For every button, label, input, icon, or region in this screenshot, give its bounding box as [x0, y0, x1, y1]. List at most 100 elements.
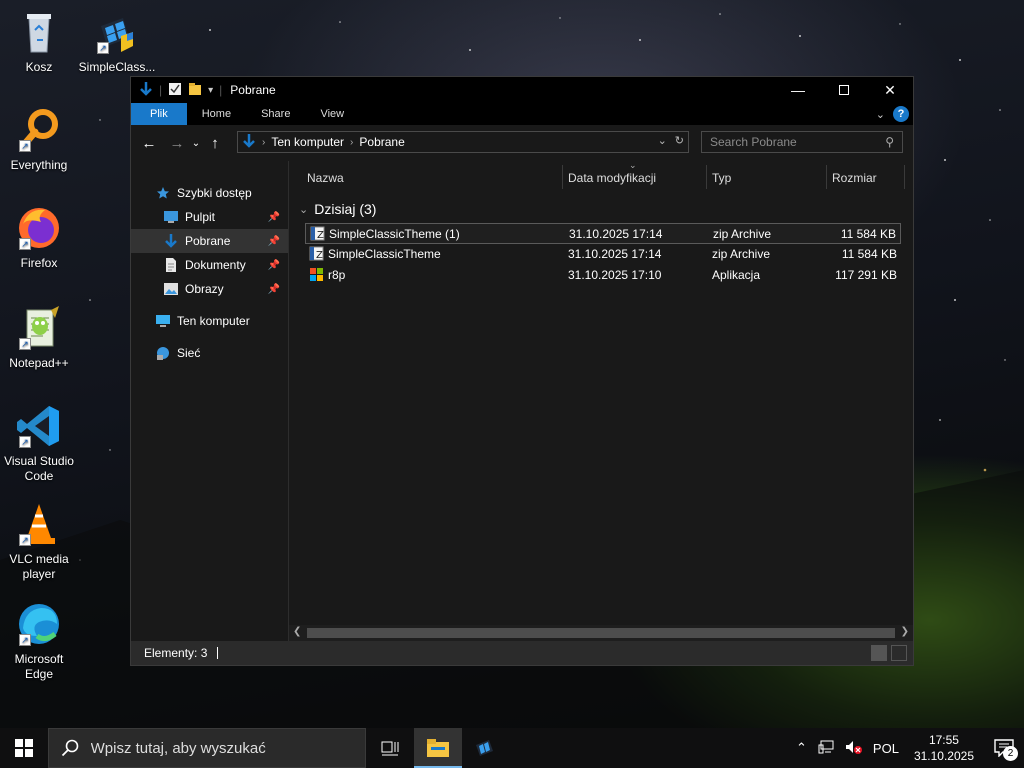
- search-icon: ⚲: [885, 135, 894, 149]
- new-folder-icon[interactable]: [188, 82, 202, 99]
- help-icon[interactable]: ?: [893, 106, 909, 122]
- task-view-button[interactable]: [366, 728, 414, 768]
- expand-ribbon-icon[interactable]: ⌄: [876, 108, 885, 121]
- sidebar-item-pobrane[interactable]: Pobrane 📌: [131, 229, 288, 253]
- search-input[interactable]: [710, 135, 870, 149]
- clock[interactable]: 17:55 31.10.2025: [904, 732, 984, 764]
- sidebar-item-network[interactable]: Sieć: [131, 341, 288, 365]
- sidebar-item-pulpit[interactable]: Pulpit 📌: [131, 205, 288, 229]
- network-icon: [155, 345, 171, 361]
- desktop-icon-simpleclassic[interactable]: ↗ SimpleClass...: [78, 8, 156, 75]
- desktop-folder-icon: [163, 209, 179, 225]
- table-row[interactable]: Z SimpleClassicTheme (1) 31.10.2025 17:1…: [305, 223, 901, 244]
- forward-button[interactable]: →: [165, 135, 189, 152]
- customize-toolbar-icon[interactable]: ▾: [208, 85, 213, 96]
- file-date: 31.10.2025 17:10: [568, 268, 662, 282]
- minimize-button[interactable]: —: [775, 77, 821, 103]
- address-history-icon[interactable]: ⌄: [658, 134, 667, 147]
- file-size: 11 584 KB: [840, 227, 896, 241]
- address-bar[interactable]: › Ten komputer › Pobrane ⌄ ↻: [237, 131, 689, 153]
- sidebar-item-label: Ten komputer: [177, 314, 250, 328]
- action-center-button[interactable]: 2: [984, 728, 1024, 768]
- file-type: zip Archive: [713, 227, 772, 241]
- close-button[interactable]: ✕: [867, 77, 913, 103]
- desktop-icon-label: Kosz: [25, 60, 53, 74]
- table-row[interactable]: r8p 31.10.2025 17:10 Aplikacja 117 291 K…: [305, 265, 901, 286]
- toolbar-divider: |: [159, 83, 163, 97]
- file-list: Nazwa Data modyfikacji ⌄ Typ Rozmiar ⌄ D…: [289, 160, 913, 641]
- simpleclassic-icon: [476, 740, 493, 756]
- pin-icon[interactable]: 📌: [268, 212, 280, 223]
- tab-view[interactable]: View: [305, 103, 359, 125]
- show-hidden-icons-button[interactable]: ⌃: [791, 740, 812, 756]
- recent-locations-button[interactable]: ⌄: [189, 138, 203, 149]
- scroll-right-arrow-icon[interactable]: ❯: [901, 626, 909, 637]
- desktop-icon-everything[interactable]: ↗ Everything: [0, 106, 78, 173]
- maximize-button[interactable]: [821, 77, 867, 103]
- tab-plik[interactable]: Plik: [131, 103, 187, 125]
- pin-icon[interactable]: 📌: [268, 236, 280, 247]
- column-divider[interactable]: [706, 165, 707, 189]
- details-view-button[interactable]: [871, 645, 887, 661]
- sidebar-item-label: Pobrane: [185, 234, 231, 248]
- large-icons-view-button[interactable]: [891, 645, 907, 661]
- tab-home[interactable]: Home: [187, 103, 246, 125]
- desktop-icon-label: Notepad++: [9, 356, 69, 370]
- window-title: Pobrane: [230, 83, 276, 97]
- up-button[interactable]: ↑: [203, 135, 227, 152]
- network-icon[interactable]: [812, 740, 840, 757]
- properties-icon[interactable]: [168, 82, 182, 99]
- zip-icon: Z: [309, 246, 324, 261]
- taskbar-simpleclassic[interactable]: [462, 728, 510, 768]
- title-bar[interactable]: | ▾ | Pobrane — ✕: [131, 77, 913, 103]
- horizontal-scrollbar[interactable]: ❮ ❯: [289, 625, 913, 641]
- column-divider[interactable]: [826, 165, 827, 189]
- back-button[interactable]: ←: [137, 135, 161, 152]
- desktop-icon-firefox[interactable]: ↗ Firefox: [0, 204, 78, 271]
- table-row[interactable]: Z SimpleClassicTheme 31.10.2025 17:14 zi…: [305, 244, 901, 265]
- zip-icon: Z: [310, 226, 325, 241]
- pin-icon[interactable]: 📌: [268, 284, 280, 295]
- column-divider[interactable]: [904, 165, 905, 189]
- sidebar-item-this-pc[interactable]: Ten komputer: [131, 309, 288, 333]
- navigation-pane: Szybki dostęp Pulpit 📌 Pobrane 📌 Dokumen…: [131, 161, 289, 641]
- chevron-right-icon[interactable]: ›: [262, 137, 265, 148]
- sidebar-item-dokumenty[interactable]: Dokumenty 📌: [131, 253, 288, 277]
- search-box[interactable]: ⚲: [701, 131, 903, 153]
- desktop-icon-vscode[interactable]: ↗ Visual Studio Code: [0, 402, 78, 484]
- breadcrumb-downloads[interactable]: Pobrane: [359, 135, 404, 149]
- sidebar-item-label: Obrazy: [185, 282, 224, 296]
- start-button[interactable]: [0, 728, 48, 768]
- taskbar-search-input[interactable]: [90, 739, 365, 757]
- column-header-size[interactable]: Rozmiar: [832, 171, 877, 185]
- column-headers: Nazwa Data modyfikacji ⌄ Typ Rozmiar: [289, 160, 913, 193]
- tab-share[interactable]: Share: [246, 103, 305, 125]
- desktop-icon-edge[interactable]: ↗ Microsoft Edge: [0, 600, 78, 682]
- input-language[interactable]: POL: [868, 741, 904, 756]
- chevron-down-icon[interactable]: ⌄: [299, 203, 308, 216]
- column-header-type[interactable]: Typ: [712, 171, 731, 185]
- desktop-icon-label: Firefox: [20, 256, 58, 270]
- scrollbar-thumb[interactable]: [307, 628, 895, 638]
- volume-muted-icon[interactable]: [840, 740, 868, 757]
- column-header-name[interactable]: Nazwa: [307, 171, 344, 185]
- group-header[interactable]: ⌄ Dzisiaj (3): [299, 201, 376, 217]
- notepadpp-icon: ↗: [15, 304, 63, 352]
- desktop-icon-vlc[interactable]: ↗ VLC media player: [0, 500, 78, 582]
- refresh-icon[interactable]: ↻: [675, 134, 684, 147]
- simpleclassic-icon: ↗: [93, 8, 141, 56]
- desktop-icon-kosz[interactable]: Kosz: [0, 8, 78, 75]
- chevron-right-icon[interactable]: ›: [350, 137, 353, 148]
- column-divider[interactable]: [562, 165, 563, 189]
- desktop-icon-notepadpp[interactable]: ↗ Notepad++: [0, 304, 78, 371]
- pin-icon[interactable]: 📌: [268, 260, 280, 271]
- taskbar-search[interactable]: [48, 728, 366, 768]
- scroll-left-arrow-icon[interactable]: ❮: [293, 626, 301, 637]
- taskbar-file-explorer[interactable]: [414, 728, 462, 768]
- sidebar-item-quick-access[interactable]: Szybki dostęp: [131, 181, 288, 205]
- sidebar-item-label: Szybki dostęp: [177, 186, 252, 200]
- sidebar-item-obrazy[interactable]: Obrazy 📌: [131, 277, 288, 301]
- column-header-date[interactable]: Data modyfikacji: [568, 171, 656, 185]
- downloads-icon: [242, 133, 256, 152]
- breadcrumb-this-pc[interactable]: Ten komputer: [271, 135, 344, 149]
